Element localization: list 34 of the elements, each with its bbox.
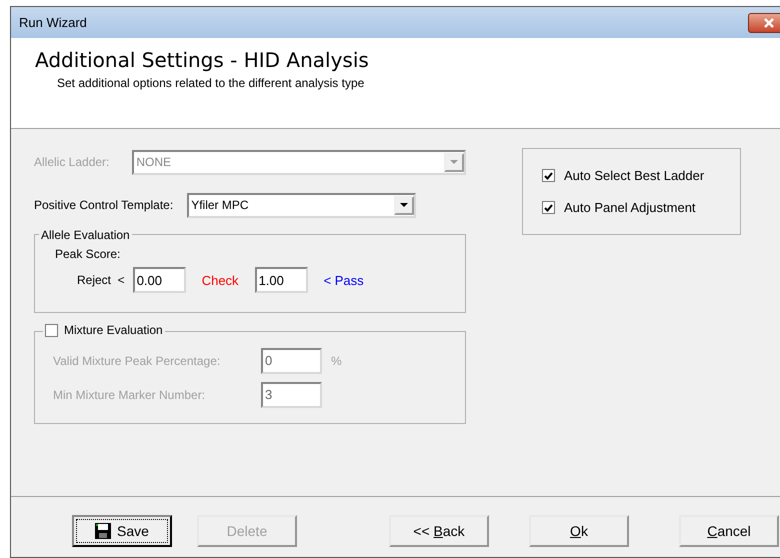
dialog-button[interactable]: Cancel [679,515,779,547]
reject-label: Reject < [77,273,125,287]
field-label: Valid Mixture Peak Percentage: [53,354,222,368]
reject-input[interactable]: 0.00 [132,267,186,293]
dropdown-arrow-icon [400,203,408,207]
checkmark-icon [544,204,553,212]
checkbox[interactable] [45,324,58,336]
option-label: Auto Select Best Ladder [564,168,704,183]
unit-label: % [331,354,342,368]
save-button[interactable]: Save [72,515,172,547]
checkbox[interactable] [542,201,555,214]
option-label: Auto Panel Adjustment [564,200,696,215]
field-label: Min Mixture Marker Number: [53,388,206,402]
group-title: Allele Evaluation [41,228,130,242]
positive-control-label: Positive Control Template: [34,198,174,212]
positive-control-dropdown[interactable]: Yfiler MPC [187,192,416,218]
checkbox[interactable] [542,169,555,182]
checkmark-icon [544,172,553,180]
check-label: Check [202,272,239,288]
close-icon [764,18,774,28]
page-subtitle: Set additional options related to the different analysis type [57,76,366,90]
close-button[interactable] [748,12,780,32]
page-title: Additional Settings - HID Analysis [35,48,370,72]
dropdown-arrow-icon [450,160,458,164]
dialog-button[interactable]: << Back [389,515,489,547]
pass-label: < Pass [324,272,364,288]
number-input[interactable]: 3 [261,382,322,408]
mixture-evaluation-label: Mixture Evaluation [64,323,163,337]
dialog-button[interactable]: Ok [529,515,629,547]
window-title: Run Wizard [19,15,87,30]
check-input[interactable]: 1.00 [254,267,308,293]
allelic-ladder-label: Allelic Ladder: [34,155,110,169]
peak-score-label: Peak Score: [55,247,120,261]
number-input[interactable]: 0 [261,348,322,374]
